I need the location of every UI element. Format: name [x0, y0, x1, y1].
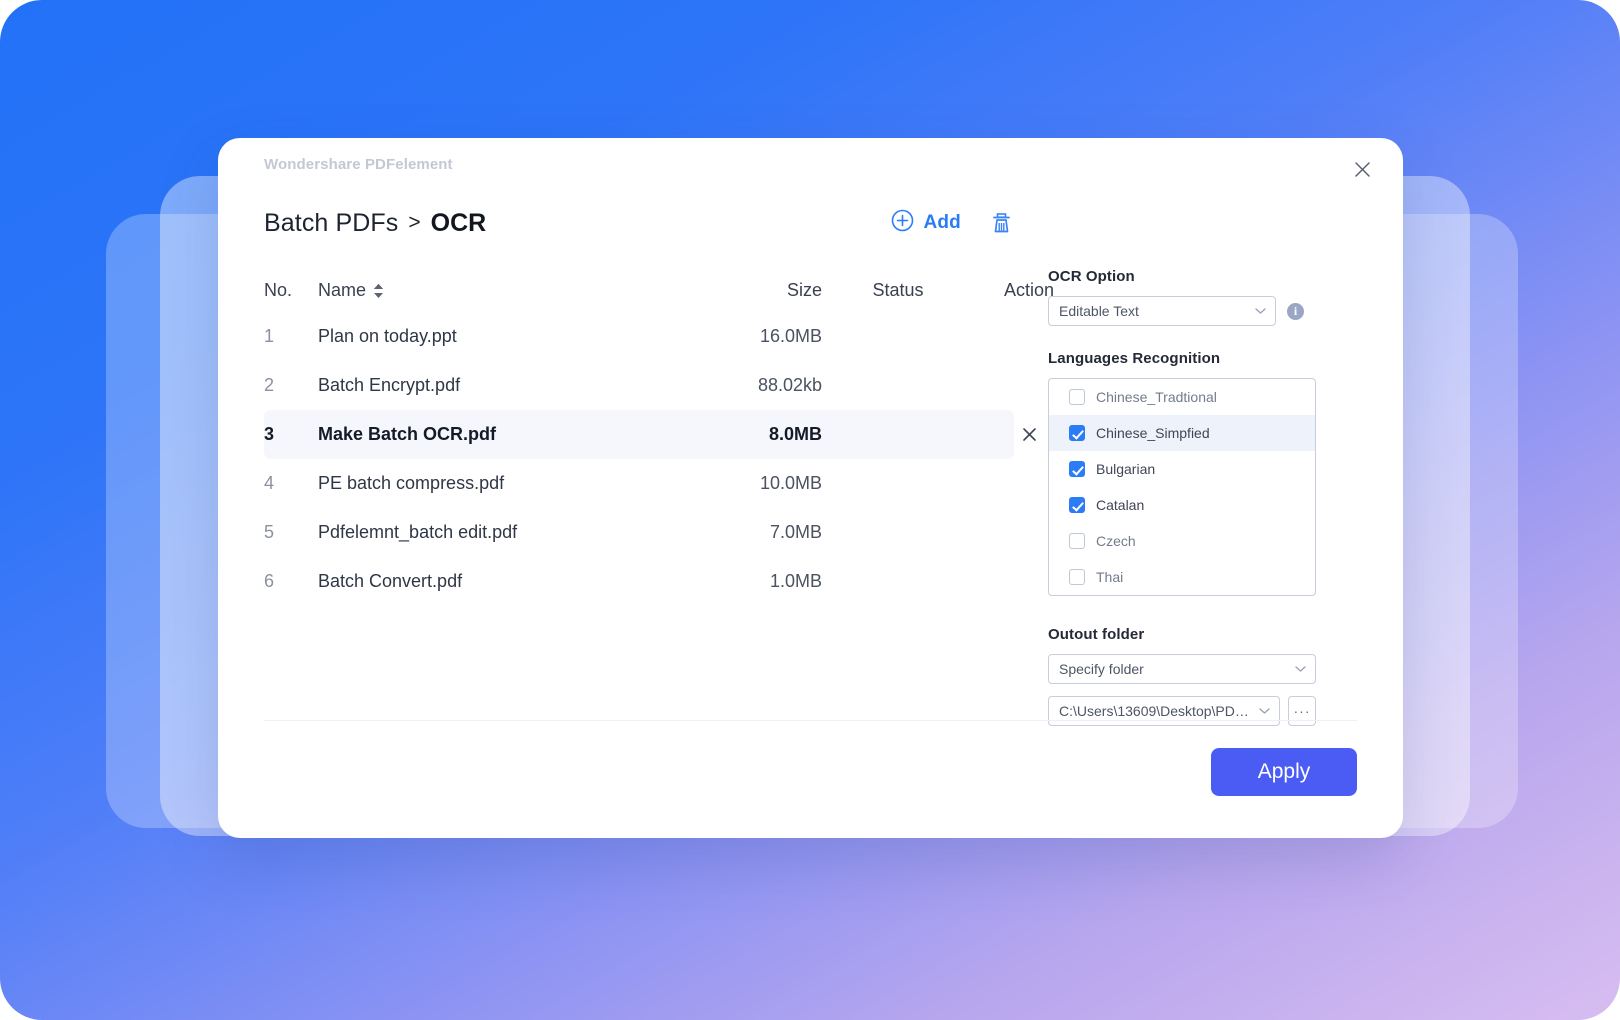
- cell-size: 10.0MB: [662, 473, 822, 494]
- column-header-name[interactable]: Name: [318, 280, 662, 301]
- language-label: Chinese_Simpfied: [1096, 425, 1210, 441]
- cell-name: Plan on today.ppt: [318, 326, 662, 347]
- cell-name: Make Batch OCR.pdf: [318, 424, 662, 445]
- language-label: Czech: [1096, 533, 1136, 549]
- language-checkbox[interactable]: [1069, 497, 1085, 513]
- cell-no: 6: [264, 571, 318, 592]
- add-files-label: Add: [923, 212, 961, 234]
- output-mode-select[interactable]: Specify folder: [1048, 654, 1316, 684]
- cell-no: 5: [264, 522, 318, 543]
- column-header-no: No.: [264, 280, 318, 301]
- language-checkbox[interactable]: [1069, 389, 1085, 405]
- column-header-name-label: Name: [318, 280, 366, 301]
- table-row[interactable]: 6Batch Convert.pdf1.0MB: [264, 557, 1014, 606]
- cell-size: 7.0MB: [662, 522, 822, 543]
- cell-name: Batch Convert.pdf: [318, 571, 662, 592]
- cell-no: 4: [264, 473, 318, 494]
- ocr-option-value: Editable Text: [1059, 303, 1139, 319]
- dialog-titlebar: Wondershare PDFelement: [218, 138, 1403, 194]
- add-files-button[interactable]: Add: [891, 209, 961, 237]
- cell-name: PE batch compress.pdf: [318, 473, 662, 494]
- dialog-body: Batch PDFs > OCR Add: [218, 194, 1403, 780]
- column-header-size[interactable]: Size: [662, 280, 822, 301]
- info-icon[interactable]: i: [1287, 303, 1304, 320]
- language-checkbox[interactable]: [1069, 425, 1085, 441]
- table-row[interactable]: 1Plan on today.ppt16.0MB: [264, 312, 1014, 361]
- ocr-option-row: Editable Text i: [1048, 296, 1403, 326]
- chevron-down-icon: [1295, 666, 1306, 673]
- dialog-footer: Apply: [264, 720, 1357, 838]
- cell-name: Pdfelemnt_batch edit.pdf: [318, 522, 662, 543]
- output-mode-value: Specify folder: [1059, 661, 1144, 677]
- language-label: Catalan: [1096, 497, 1144, 513]
- chevron-down-icon: [1255, 308, 1266, 315]
- language-item[interactable]: Bulgarian: [1049, 451, 1315, 487]
- table-row[interactable]: 3Make Batch OCR.pdf8.0MB: [264, 410, 1014, 459]
- breadcrumb-parent[interactable]: Batch PDFs: [264, 209, 398, 238]
- table-row[interactable]: 2Batch Encrypt.pdf88.02kb: [264, 361, 1014, 410]
- table-body: 1Plan on today.ppt16.0MB2Batch Encrypt.p…: [264, 312, 1014, 606]
- broom-clear-icon[interactable]: [989, 211, 1014, 236]
- app-title: Wondershare PDFelement: [264, 156, 453, 173]
- output-path-value: C:\Users\13609\Desktop\PDF...: [1059, 703, 1253, 719]
- column-header-status: Status: [822, 280, 974, 301]
- cell-size: 8.0MB: [662, 424, 822, 445]
- plus-circle-icon: [891, 209, 914, 237]
- file-list-pane: Batch PDFs > OCR Add: [218, 194, 1048, 780]
- languages-label: Languages Recognition: [1048, 350, 1403, 367]
- cell-name: Batch Encrypt.pdf: [318, 375, 662, 396]
- cell-size: 1.0MB: [662, 571, 822, 592]
- apply-button[interactable]: Apply: [1211, 748, 1357, 796]
- breadcrumb-separator: >: [408, 211, 420, 235]
- language-label: Bulgarian: [1096, 461, 1155, 477]
- language-checkbox[interactable]: [1069, 533, 1085, 549]
- batch-ocr-dialog: Wondershare PDFelement Batch PDFs > OCR: [218, 138, 1403, 838]
- language-checkbox[interactable]: [1069, 461, 1085, 477]
- breadcrumb: Batch PDFs > OCR Add: [264, 194, 1048, 252]
- output-folder-label: Outout folder: [1048, 626, 1403, 643]
- language-label: Thai: [1096, 569, 1123, 585]
- page-title: OCR: [431, 209, 487, 238]
- language-item[interactable]: Catalan: [1049, 487, 1315, 523]
- cell-no: 2: [264, 375, 318, 396]
- remove-row-icon[interactable]: [1016, 421, 1042, 447]
- language-label: Chinese_Tradtional: [1096, 389, 1217, 405]
- cell-no: 3: [264, 424, 318, 445]
- close-icon[interactable]: [1345, 152, 1379, 186]
- chevron-down-icon: [1259, 708, 1270, 715]
- language-item[interactable]: Czech: [1049, 523, 1315, 559]
- cell-size: 88.02kb: [662, 375, 822, 396]
- ocr-option-label: OCR Option: [1048, 268, 1403, 285]
- table-row[interactable]: 5Pdfelemnt_batch edit.pdf7.0MB: [264, 508, 1014, 557]
- language-checkbox[interactable]: [1069, 569, 1085, 585]
- table-header-row: No. Name: [264, 268, 1014, 312]
- language-item[interactable]: Chinese_Tradtional: [1049, 379, 1315, 415]
- ocr-option-select[interactable]: Editable Text: [1048, 296, 1276, 326]
- cell-no: 1: [264, 326, 318, 347]
- cell-size: 16.0MB: [662, 326, 822, 347]
- files-table: No. Name: [264, 268, 1048, 606]
- table-row[interactable]: 4PE batch compress.pdf10.0MB: [264, 459, 1014, 508]
- ocr-settings-pane: OCR Option Editable Text i Languages Rec…: [1048, 194, 1403, 780]
- sort-arrows-icon[interactable]: [374, 283, 383, 298]
- language-item[interactable]: Chinese_Simpfied: [1049, 415, 1315, 451]
- screen-background: Wondershare PDFelement Batch PDFs > OCR: [0, 0, 1620, 1020]
- language-item[interactable]: Thai: [1049, 559, 1315, 595]
- languages-list: Chinese_Tradtional Chinese_Simpfied Bulgar…: [1048, 378, 1316, 596]
